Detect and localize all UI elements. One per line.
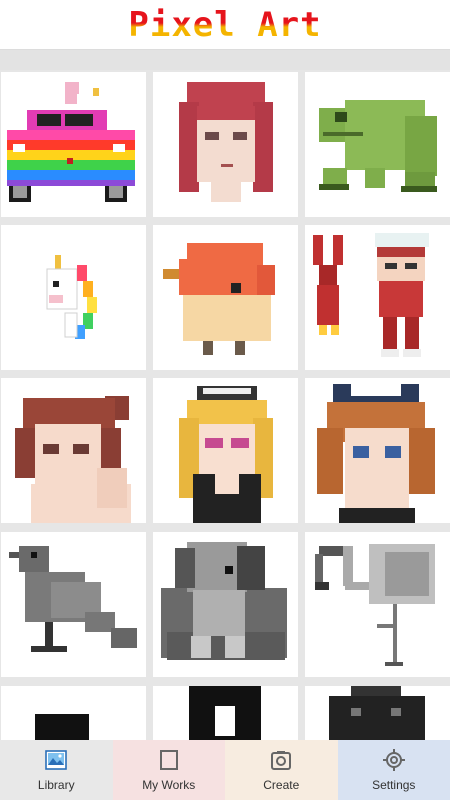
artwork-card-maid-girl[interactable]	[153, 378, 298, 523]
red-hair-girl-image	[179, 82, 273, 202]
square-icon	[157, 748, 181, 772]
nav-my-works-label: My Works	[142, 778, 196, 792]
nav-settings-label: Settings	[372, 778, 416, 792]
artwork-image	[189, 686, 261, 740]
artwork-image	[35, 714, 89, 740]
green-frog-image	[319, 100, 437, 192]
robot-girl-image	[313, 233, 429, 357]
gray-flamingo-image	[315, 544, 435, 666]
nav-library-label: Library	[37, 778, 75, 792]
artwork-card-green-frog[interactable]	[305, 72, 450, 217]
artwork-image	[329, 686, 425, 740]
artwork-card-gray-flamingo[interactable]	[305, 532, 450, 677]
artwork-card-rainbow-car[interactable]	[1, 72, 146, 217]
nav-settings[interactable]: Settings	[337, 740, 450, 800]
cat-ear-girl-image	[317, 384, 435, 523]
maid-girl-image	[179, 386, 273, 523]
artwork-card-cat-ear-girl[interactable]	[305, 378, 450, 523]
artwork-card-dark-shape-3[interactable]	[305, 686, 450, 740]
artwork-card-robot-and-girl[interactable]	[305, 225, 450, 370]
artwork-card-gray-puppy[interactable]	[153, 532, 298, 677]
artwork-card-dark-shape-2[interactable]	[153, 686, 298, 740]
orange-bird-image	[163, 243, 275, 355]
app-screen: Pixel Art Library My Works Create Settin…	[0, 0, 450, 800]
header: Pixel Art	[0, 0, 450, 50]
artwork-grid[interactable]	[0, 72, 450, 740]
artwork-card-brown-hair-girl[interactable]	[1, 378, 146, 523]
artwork-card-red-hair-girl[interactable]	[153, 72, 298, 217]
bottom-nav: Library My Works Create Settings	[0, 740, 450, 800]
nav-create[interactable]: Create	[225, 740, 338, 800]
camera-icon	[269, 748, 293, 772]
app-title: Pixel Art	[128, 4, 322, 45]
gear-icon	[382, 748, 406, 772]
artwork-card-unicorn-head[interactable]	[1, 225, 146, 370]
artwork-card-orange-bird[interactable]	[153, 225, 298, 370]
nav-library[interactable]: Library	[0, 740, 113, 800]
header-divider	[0, 50, 450, 70]
image-icon	[44, 748, 68, 772]
artwork-card-dark-shape-1[interactable]	[1, 686, 146, 740]
artwork-card-gray-crow[interactable]	[1, 532, 146, 677]
rainbow-car-image	[7, 82, 135, 202]
brown-hair-girl-image	[15, 396, 131, 523]
nav-my-works[interactable]: My Works	[112, 740, 225, 800]
unicorn-head-image	[46, 255, 97, 339]
gray-puppy-image	[161, 542, 287, 660]
gray-crow-image	[9, 546, 137, 652]
nav-create-label: Create	[263, 778, 300, 792]
